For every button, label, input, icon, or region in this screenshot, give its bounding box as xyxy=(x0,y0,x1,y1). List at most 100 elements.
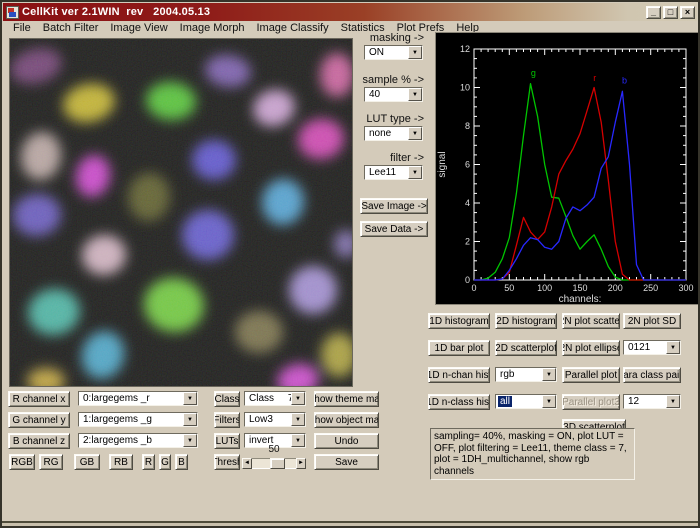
masking-label: masking -> xyxy=(332,32,424,44)
histogram-chart: 050100150200250300024681012channels:sign… xyxy=(436,33,700,304)
luts-button[interactable]: LUTs xyxy=(214,433,240,449)
svg-text:0: 0 xyxy=(471,283,476,293)
svg-text:12: 12 xyxy=(460,44,470,54)
cell-image-panel xyxy=(9,38,353,387)
minimize-button-icon[interactable]: _ xyxy=(646,6,661,19)
chevron-down-icon[interactable]: ▼ xyxy=(183,413,197,426)
masking-select[interactable]: ON ▼ xyxy=(364,45,423,60)
svg-text:8: 8 xyxy=(465,121,470,131)
app-window: CellKit ver 2.1WIN rev 2004.05.13 _ □ × … xyxy=(0,0,700,528)
save-image-button[interactable]: Save Image -> xyxy=(360,198,428,214)
g-channel-button[interactable]: G channel y xyxy=(8,412,70,428)
rb-button[interactable]: RB xyxy=(109,454,133,470)
g-button[interactable]: G xyxy=(159,454,171,470)
menu-batch-filter[interactable]: Batch Filter xyxy=(37,22,105,34)
rg-button[interactable]: RG xyxy=(39,454,63,470)
2d-histogram-button[interactable]: 2D histogram xyxy=(495,313,557,329)
status-box: sampling= 40%, masking = ON, plot LUT = … xyxy=(430,428,635,480)
svg-text:200: 200 xyxy=(608,283,623,293)
title-bar[interactable]: CellKit ver 2.1WIN rev 2004.05.13 _ □ × xyxy=(3,3,697,21)
thresh-value-label: 50 xyxy=(252,444,296,455)
b-button[interactable]: B xyxy=(175,454,188,470)
save-data-button[interactable]: Save Data -> xyxy=(360,221,428,237)
2n-plot-ellipse-button[interactable]: 2N plot ellipse xyxy=(562,340,620,356)
chevron-down-icon[interactable]: ▼ xyxy=(542,368,556,381)
chevron-down-icon[interactable]: ▼ xyxy=(183,434,197,447)
parallel-plot3-button: Parallel plot3 xyxy=(562,394,620,410)
slider-right-arrow-icon[interactable]: ► xyxy=(296,458,306,469)
channel-mode-select[interactable]: rgb ▼ xyxy=(495,367,557,382)
1d-histogram-button[interactable]: 1D histogram xyxy=(428,313,490,329)
pair-select[interactable]: 0121 ▼ xyxy=(623,340,681,355)
slider-left-arrow-icon[interactable]: ◄ xyxy=(242,458,252,469)
2d-scatterplot-button[interactable]: 2D scatterplot xyxy=(495,340,557,356)
gb-button[interactable]: GB xyxy=(74,454,100,470)
filters-button[interactable]: Filters xyxy=(214,412,240,428)
filter-value: Lee11 xyxy=(367,167,398,178)
1d-nclass-hist-button[interactable]: 1D n-class hist xyxy=(428,394,490,410)
g-channel-value: 1:largegems _g xyxy=(81,414,154,425)
svg-text:6: 6 xyxy=(465,160,470,170)
svg-text:4: 4 xyxy=(465,198,470,208)
r-channel-select[interactable]: 0:largegems _r ▼ xyxy=(78,391,198,406)
parallel-plot-button[interactable]: Parallel plot xyxy=(562,367,620,383)
chevron-down-icon[interactable]: ▼ xyxy=(291,413,305,426)
2n-plot-sd-button[interactable]: 2N plot SD xyxy=(623,313,681,329)
filters-select[interactable]: Low3 ▼ xyxy=(244,412,306,427)
menu-image-classify[interactable]: Image Classify xyxy=(250,22,334,34)
sample-label: sample % -> xyxy=(332,74,424,86)
slider-thumb[interactable] xyxy=(270,458,285,469)
chevron-down-icon[interactable]: ▼ xyxy=(666,395,680,408)
r-button[interactable]: R xyxy=(142,454,155,470)
show-theme-map-button[interactable]: Show theme map xyxy=(314,391,379,407)
pair-value: 0121 xyxy=(626,342,652,353)
menu-file[interactable]: File xyxy=(7,22,37,34)
2n-plot-scatter-button[interactable]: 2N plot scatter xyxy=(562,313,620,329)
b-channel-select[interactable]: 2:largegems _b ▼ xyxy=(78,433,198,448)
window-bottom-pad xyxy=(2,523,698,526)
maximize-button-icon[interactable]: □ xyxy=(663,6,678,19)
g-channel-select[interactable]: 1:largegems _g ▼ xyxy=(78,412,198,427)
chevron-down-icon[interactable]: ▼ xyxy=(542,395,556,408)
chevron-down-icon[interactable]: ▼ xyxy=(408,46,422,59)
class-select[interactable]: Class 7 ▼ xyxy=(244,391,306,406)
svg-text:b: b xyxy=(622,76,627,86)
svg-text:100: 100 xyxy=(537,283,552,293)
lut-type-select[interactable]: none ▼ xyxy=(364,126,423,141)
count-value: 12 xyxy=(626,396,641,407)
chevron-down-icon[interactable]: ▼ xyxy=(666,341,680,354)
chevron-down-icon[interactable]: ▼ xyxy=(408,88,422,101)
1d-nchan-hist-button[interactable]: 1D n-chan hist xyxy=(428,367,490,383)
chevron-down-icon[interactable]: ▼ xyxy=(183,392,197,405)
thresh-button[interactable]: Thresh xyxy=(214,454,240,470)
thresh-slider[interactable]: ◄ ► xyxy=(242,458,306,469)
slider-track[interactable] xyxy=(252,458,296,469)
class-button[interactable]: Class xyxy=(214,391,240,407)
show-object-map-button[interactable]: Show object map xyxy=(314,412,379,428)
b-channel-button[interactable]: B channel z xyxy=(8,433,70,449)
lut-type-label: LUT type -> xyxy=(332,113,424,125)
save-button[interactable]: Save xyxy=(314,454,379,470)
chevron-down-icon[interactable]: ▼ xyxy=(408,127,422,140)
menu-image-morph[interactable]: Image Morph xyxy=(174,22,251,34)
cell-image xyxy=(10,39,352,386)
chevron-down-icon[interactable]: ▼ xyxy=(291,392,305,405)
close-button-icon[interactable]: × xyxy=(680,6,695,19)
r-channel-button[interactable]: R channel x xyxy=(8,391,70,407)
filter-select[interactable]: Lee11 ▼ xyxy=(364,165,423,180)
filter-label: filter -> xyxy=(332,152,424,164)
svg-text:g: g xyxy=(531,68,536,78)
undo-button[interactable]: Undo xyxy=(314,433,379,449)
svg-text:channels:: channels: xyxy=(559,294,602,304)
svg-text:10: 10 xyxy=(460,83,470,93)
svg-text:300: 300 xyxy=(678,283,693,293)
menu-image-view[interactable]: Image View xyxy=(104,22,173,34)
sample-select[interactable]: 40 ▼ xyxy=(364,87,423,102)
r-channel-value: 0:largegems _r xyxy=(81,393,152,404)
rgb-button[interactable]: RGB xyxy=(9,454,35,470)
chevron-down-icon[interactable]: ▼ xyxy=(408,166,422,179)
count-select[interactable]: 12 ▼ xyxy=(623,394,681,409)
para-class-pairs-button[interactable]: Para class pairs xyxy=(623,367,681,383)
1d-bar-plot-button[interactable]: 1D bar plot xyxy=(428,340,490,356)
class-filter-select[interactable]: all ▼ xyxy=(495,394,557,409)
